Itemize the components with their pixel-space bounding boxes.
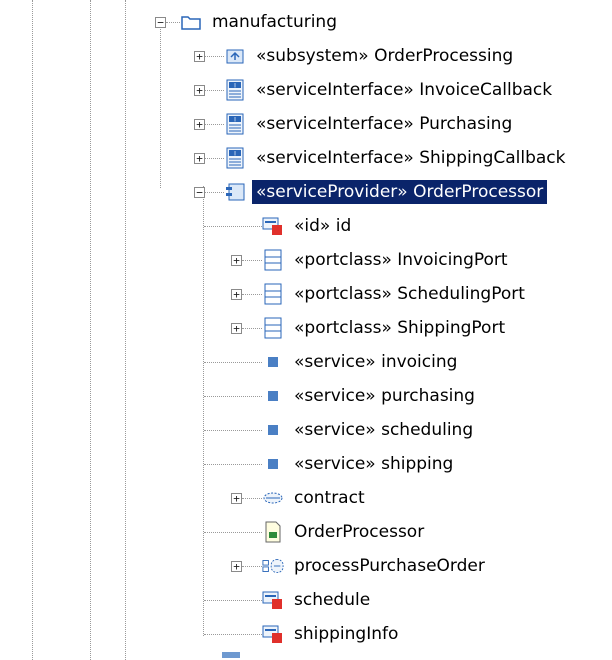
tree-node[interactable]: «subsystem» OrderProcessing xyxy=(224,40,517,72)
expand-toggle[interactable]: + xyxy=(194,153,205,164)
subsystem-icon xyxy=(224,45,246,67)
class-icon xyxy=(262,249,284,271)
port-icon xyxy=(262,419,284,441)
collapse-toggle[interactable]: − xyxy=(155,17,166,28)
svg-text:I: I xyxy=(234,117,236,124)
tree-connector xyxy=(204,600,262,601)
tree-node[interactable]: processPurchaseOrder xyxy=(262,550,489,582)
port-icon xyxy=(262,385,284,407)
diagram-icon xyxy=(262,521,284,543)
tree-node-label: manufacturing xyxy=(212,12,337,32)
tree-node-label: contract xyxy=(294,488,365,508)
port-icon xyxy=(262,453,284,475)
tree-connector xyxy=(204,362,262,363)
tree-guide-line xyxy=(90,0,91,660)
tree-node-label: «service» shipping xyxy=(294,454,454,474)
activity-icon xyxy=(262,555,284,577)
attribute-icon xyxy=(262,623,284,645)
tree-row-partial xyxy=(0,652,612,660)
tree-node-label: processPurchaseOrder xyxy=(294,556,485,576)
class-icon xyxy=(262,317,284,339)
tree-node[interactable]: «portclass» SchedulingPort xyxy=(262,278,529,310)
tree-connector xyxy=(203,186,204,636)
tree-connector xyxy=(160,24,161,188)
tree-connector xyxy=(205,192,224,193)
tree-node-manufacturing[interactable]: manufacturing xyxy=(180,6,341,38)
folder-icon xyxy=(180,11,202,33)
tree-node-label: «serviceInterface» Purchasing xyxy=(256,114,513,134)
tree-node-label: schedule xyxy=(294,590,371,610)
tree-node-label: shippingInfo xyxy=(294,624,399,644)
interface-icon: I xyxy=(224,147,246,169)
class-icon xyxy=(262,283,284,305)
tree-node[interactable]: contract xyxy=(262,482,369,514)
tree-node[interactable]: «serviceProvider» OrderProcessor xyxy=(224,176,548,208)
svg-text:I: I xyxy=(234,83,236,90)
tree-connector xyxy=(205,56,224,57)
expand-toggle[interactable]: + xyxy=(194,51,205,62)
tree-node-label: «portclass» InvoicingPort xyxy=(294,250,508,270)
tree-connector xyxy=(204,226,262,227)
interface-icon: I xyxy=(224,79,246,101)
partial-icon xyxy=(222,652,240,658)
tree-connector xyxy=(166,22,180,23)
tree-connector xyxy=(242,294,262,295)
tree-connector xyxy=(204,464,262,465)
tree-node-label: «service» purchasing xyxy=(294,386,475,406)
tree-node[interactable]: «portclass» InvoicingPort xyxy=(262,244,512,276)
tree-node-label: «portclass» SchedulingPort xyxy=(294,284,525,304)
tree-connector xyxy=(242,328,262,329)
attribute-icon xyxy=(262,215,284,237)
tree-node[interactable]: «service» invoicing xyxy=(262,346,461,378)
tree-connector xyxy=(242,566,262,567)
tree-node[interactable]: OrderProcessor xyxy=(262,516,428,548)
tree-connector xyxy=(204,532,262,533)
port-icon xyxy=(262,351,284,373)
collaboration-icon xyxy=(262,487,284,509)
interface-icon: I xyxy=(224,113,246,135)
collapse-toggle[interactable]: − xyxy=(194,187,205,198)
tree-node[interactable]: I «serviceInterface» Purchasing xyxy=(224,108,516,140)
tree-connector xyxy=(205,158,224,159)
tree-node-label: «subsystem» OrderProcessing xyxy=(256,46,514,66)
expand-toggle[interactable]: + xyxy=(194,85,205,96)
expand-toggle[interactable]: + xyxy=(231,493,242,504)
tree-node-label: «serviceInterface» InvoiceCallback xyxy=(256,80,553,100)
tree-connector xyxy=(204,634,262,635)
expand-toggle[interactable]: + xyxy=(231,323,242,334)
attribute-icon xyxy=(262,589,284,611)
tree-node-label: «portclass» ShippingPort xyxy=(294,318,506,338)
tree-node[interactable]: schedule xyxy=(262,584,374,616)
tree-node-label: «serviceInterface» ShippingCallback xyxy=(256,148,566,168)
tree-connector xyxy=(204,430,262,431)
expand-toggle[interactable]: + xyxy=(194,119,205,130)
tree-node[interactable]: «service» scheduling xyxy=(262,414,477,446)
tree-node[interactable]: I «serviceInterface» InvoiceCallback xyxy=(224,74,556,106)
tree-connector xyxy=(242,498,262,499)
tree-connector xyxy=(242,260,262,261)
tree-node[interactable]: «service» shipping xyxy=(262,448,457,480)
expand-toggle[interactable]: + xyxy=(231,289,242,300)
expand-toggle[interactable]: + xyxy=(231,561,242,572)
tree-connector xyxy=(205,90,224,91)
svg-text:I: I xyxy=(234,151,236,158)
tree-guide-line xyxy=(125,0,126,660)
tree-node[interactable]: I «serviceInterface» ShippingCallback xyxy=(224,142,570,174)
tree-node-label: «service» scheduling xyxy=(294,420,474,440)
tree-connector xyxy=(205,124,224,125)
tree-node[interactable]: «id» id xyxy=(262,210,355,242)
tree-connector xyxy=(204,396,262,397)
tree-node-label: «id» id xyxy=(294,216,352,236)
tree-guide-line xyxy=(32,0,33,660)
component-icon xyxy=(224,181,246,203)
tree-node[interactable]: shippingInfo xyxy=(262,618,402,650)
tree-node[interactable]: «service» purchasing xyxy=(262,380,479,412)
tree-node-label: «serviceProvider» OrderProcessor xyxy=(252,180,548,204)
tree-node[interactable]: «portclass» ShippingPort xyxy=(262,312,509,344)
expand-toggle[interactable]: + xyxy=(231,255,242,266)
tree-node-label: OrderProcessor xyxy=(294,522,425,542)
tree-node-label: «service» invoicing xyxy=(294,352,458,372)
